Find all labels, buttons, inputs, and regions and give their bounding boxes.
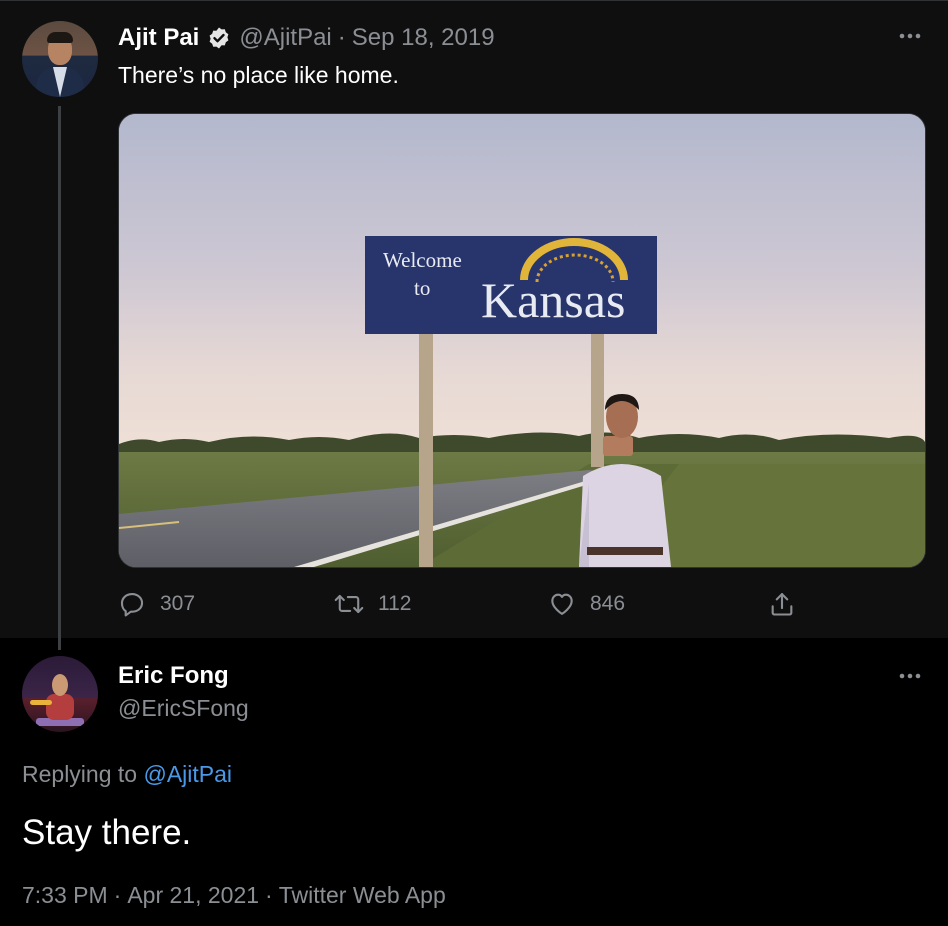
replying-to-link[interactable]: @AjitPai [143,761,232,787]
reply-count: 307 [160,592,196,615]
tweet-date[interactable]: Sep 18, 2019 [352,24,495,52]
avatar[interactable] [22,656,98,732]
separator-dot: · [113,882,122,908]
avatar[interactable] [22,21,98,97]
tweet-metadata: 7:33 PM · Apr 21, 2021 · Twitter Web App [22,882,446,909]
author-name[interactable]: Ajit Pai [118,24,199,52]
replying-to-label: Replying to [22,761,138,787]
retweet-count: 112 [378,592,412,615]
separator-dot: · [265,882,273,908]
sign-to-text: to [414,276,430,300]
reply-author-name[interactable]: Eric Fong [118,662,229,690]
thread-connector-line [58,106,61,650]
tweet-action-bar: 307 112 846 [118,586,818,622]
parent-tweet-header: Ajit Pai @AjitPai · Sep 18, 2019 [118,23,495,53]
replying-to-line: Replying to @AjitPai [22,761,232,788]
retweet-icon [334,594,364,614]
separator-dot: · [337,24,346,51]
verified-badge-icon [207,26,231,50]
share-button[interactable] [768,586,810,622]
share-upload-icon [771,593,793,616]
tweet-thread-page: Ajit Pai @AjitPai · Sep 18, 2019 There’s… [0,0,948,926]
tweet-time[interactable]: 7:33 PM [22,882,108,908]
tweet-photo[interactable]: Welcome to Kansas [118,113,926,568]
reply-button[interactable]: 307 [118,586,195,622]
tweet-source[interactable]: Twitter Web App [279,882,446,908]
tweet-text: There’s no place like home. [118,62,399,88]
reply-tweet-text: Stay there. [22,813,192,852]
heart-icon [551,593,573,615]
reply-author-handle[interactable]: @EricSFong [118,695,249,722]
reply-bubble-icon [120,593,144,617]
retweet-button[interactable]: 112 [334,586,411,622]
author-handle[interactable]: @AjitPai [239,24,331,52]
sign-welcome-text: Welcome [383,248,462,272]
sign-kansas-text: Kansas [481,272,625,328]
more-dots-icon[interactable] [898,24,922,48]
more-dots-icon[interactable] [898,664,922,688]
tweet-date[interactable]: Apr 21, 2021 [127,882,259,908]
divider [0,0,948,1]
like-button[interactable]: 846 [548,586,625,622]
like-count: 846 [590,592,626,615]
